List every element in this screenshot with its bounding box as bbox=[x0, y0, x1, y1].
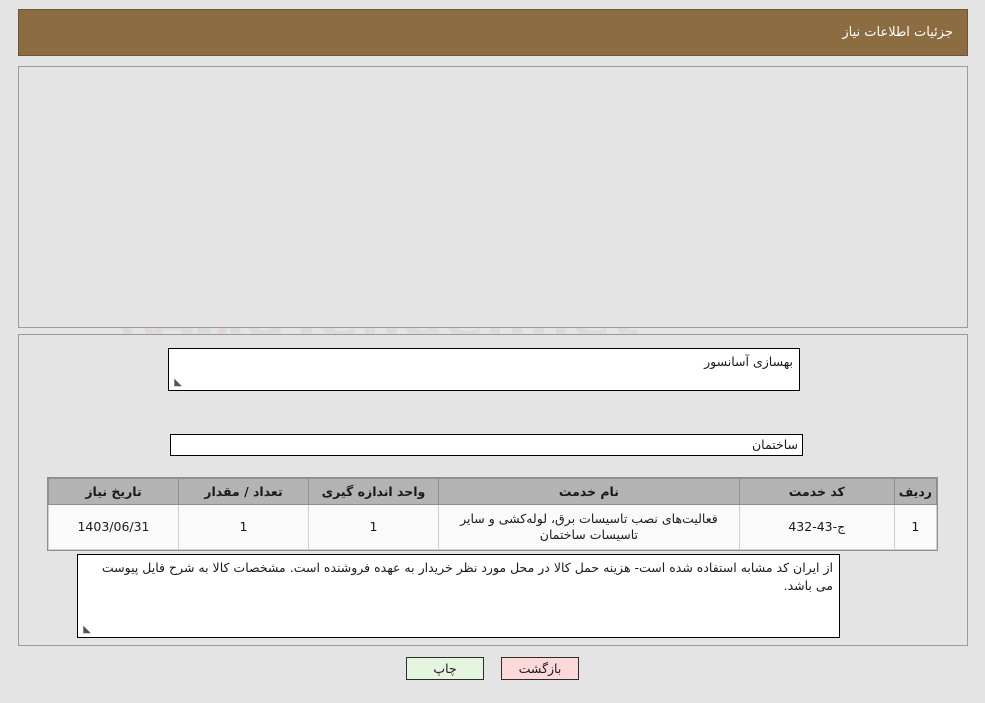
cell-quantity: 1 bbox=[178, 504, 309, 550]
services-table-wrapper: ردیف کد خدمت نام خدمت واحد اندازه گیری ت… bbox=[47, 477, 938, 551]
table-header-row: ردیف کد خدمت نام خدمت واحد اندازه گیری ت… bbox=[48, 478, 938, 505]
cell-row: 1 bbox=[893, 504, 938, 550]
general-description-value: بهسازی آسانسور bbox=[704, 354, 793, 369]
cell-name: فعالیت‌های نصب تاسیسات برق، لوله‌کشی و س… bbox=[438, 504, 740, 550]
buyer-notes-value: از ایران کد مشابه استفاده شده است- هزینه… bbox=[101, 560, 833, 593]
page-title: جزئیات اطلاعات نیاز bbox=[842, 25, 953, 40]
col-row: ردیف bbox=[893, 478, 938, 505]
tender-details-page: AriaTender.net جزئیات اطلاعات نیاز شماره… bbox=[0, 0, 985, 703]
print-button[interactable]: چاپ bbox=[406, 657, 484, 680]
cell-unit: 1 bbox=[308, 504, 439, 550]
general-description-textarea[interactable]: بهسازی آسانسور ◣ bbox=[168, 348, 800, 391]
col-quantity: تعداد / مقدار bbox=[178, 478, 309, 505]
col-date: تاریخ نیاز bbox=[48, 478, 179, 505]
col-name: نام خدمت bbox=[438, 478, 740, 505]
cell-date: 1403/06/31 bbox=[48, 504, 179, 550]
table-row: 1 ج-43-432 فعالیت‌های نصب تاسیسات برق، ل… bbox=[48, 504, 938, 550]
services-table: ردیف کد خدمت نام خدمت واحد اندازه گیری ت… bbox=[48, 478, 938, 550]
service-group-field[interactable]: ساختمان bbox=[170, 434, 803, 456]
back-button[interactable]: بازگشت bbox=[501, 657, 579, 680]
page-title-bar: جزئیات اطلاعات نیاز bbox=[18, 9, 968, 56]
need-info-panel bbox=[18, 66, 968, 328]
buyer-notes-textarea[interactable]: از ایران کد مشابه استفاده شده است- هزینه… bbox=[77, 554, 840, 638]
action-buttons: بازگشت چاپ bbox=[0, 657, 985, 680]
resize-grip-icon-notes[interactable]: ◣ bbox=[81, 625, 91, 635]
col-unit: واحد اندازه گیری bbox=[308, 478, 439, 505]
resize-grip-icon[interactable]: ◣ bbox=[172, 378, 182, 388]
col-code: کد خدمت bbox=[738, 478, 895, 505]
cell-code: ج-43-432 bbox=[738, 504, 895, 550]
